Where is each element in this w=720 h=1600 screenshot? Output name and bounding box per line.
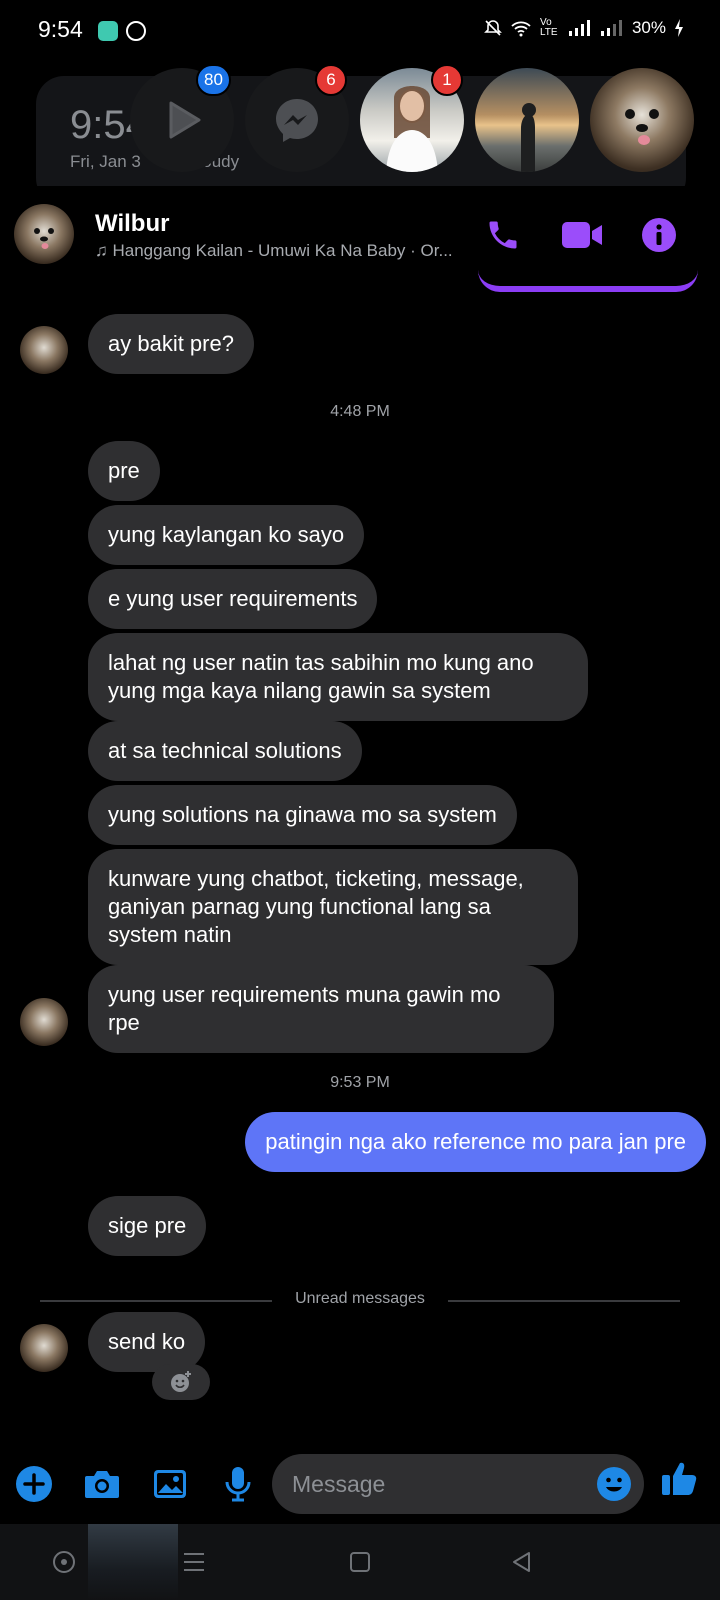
menu-lines-icon <box>184 1553 204 1571</box>
message-bubble[interactable]: pre <box>88 441 160 501</box>
charging-icon <box>675 19 683 37</box>
message-bubble[interactable]: sige pre <box>88 1196 207 1256</box>
signal-icon <box>568 20 590 36</box>
back-button[interactable] <box>502 1542 542 1582</box>
unread-label: Unread messages <box>295 1290 425 1307</box>
previous-message-edge <box>478 270 698 292</box>
silhouette-icon <box>521 103 536 172</box>
messenger-notification-icon <box>126 21 146 41</box>
system-nav-bar <box>0 1524 720 1600</box>
smiley-icon <box>597 1467 631 1501</box>
info-icon <box>642 218 676 252</box>
messenger-icon <box>276 99 318 142</box>
message-bubble[interactable]: kunware yung chatbot, ticketing, message… <box>88 849 578 965</box>
contact-chat-head-3[interactable] <box>590 68 694 172</box>
status-time: 9:54 <box>38 16 83 42</box>
message-bubble[interactable]: yung kaylangan ko sayo <box>88 505 365 565</box>
message-timestamp: 4:48 PM <box>330 403 390 420</box>
camera-button[interactable] <box>80 1462 124 1506</box>
message-bubble[interactable]: at sa technical solutions <box>88 721 362 781</box>
dog-avatar-icon <box>625 109 659 145</box>
emoji-button[interactable] <box>596 1466 632 1502</box>
chat-header: Wilbur ♫ Hanggang Kailan - Umuwi Ka Na B… <box>0 186 720 282</box>
video-camera-icon <box>562 222 602 248</box>
message-bubble[interactable]: e yung user requirements <box>88 569 378 629</box>
now-playing-text: Hanggang Kailan - Umuwi Ka Na Baby · Or.… <box>112 241 453 260</box>
recents-menu-button[interactable] <box>174 1542 214 1582</box>
message-input[interactable] <box>272 1454 644 1514</box>
mute-bell-icon <box>484 20 502 36</box>
status-icons: Vo LTE 30% <box>484 18 684 38</box>
wifi-icon <box>511 21 531 37</box>
contact-badge: 1 <box>431 64 463 96</box>
divider-line-right <box>448 1300 680 1302</box>
thumbs-up-icon <box>662 1462 697 1495</box>
play-icon <box>169 101 201 139</box>
camera-icon <box>85 1471 119 1498</box>
back-triangle-icon <box>513 1552 530 1572</box>
sender-avatar[interactable] <box>20 1324 68 1372</box>
volte-indicator: Vo LTE <box>539 17 558 38</box>
chat-heads-bar: 80 6 1 <box>130 64 720 178</box>
message-bubble[interactable]: send ko <box>88 1312 206 1372</box>
circle-dot-icon <box>53 1551 75 1573</box>
notification-app-icon <box>98 21 118 41</box>
message-bubble[interactable]: lahat ng user natin tas sabihin mo kung … <box>88 633 588 721</box>
more-actions-button[interactable] <box>12 1462 56 1506</box>
home-button[interactable] <box>340 1542 380 1582</box>
contact-name[interactable]: Wilbur <box>95 210 169 238</box>
assistant-button[interactable] <box>44 1542 84 1582</box>
signal-2-icon <box>600 20 622 36</box>
contact-avatar[interactable] <box>14 204 74 264</box>
now-playing[interactable]: ♫ Hanggang Kailan - Umuwi Ka Na Baby · O… <box>95 241 467 261</box>
message-bubble[interactable]: ay bakit pre? <box>88 314 254 374</box>
add-reaction-icon <box>171 1371 191 1392</box>
dog-avatar-icon <box>34 228 54 249</box>
unread-divider: Unread messages <box>40 1290 680 1310</box>
image-icon <box>154 1470 186 1498</box>
music-note-icon: ♫ <box>95 241 113 260</box>
video-call-button[interactable] <box>556 214 608 256</box>
sender-avatar[interactable] <box>20 998 68 1046</box>
message-timestamp: 9:53 PM <box>330 1074 390 1091</box>
message-bubble[interactable]: yung solutions na ginawa mo sa system <box>88 785 517 845</box>
own-message-bubble[interactable]: patingin nga ako reference mo para jan p… <box>245 1112 706 1172</box>
like-button[interactable] <box>658 1456 702 1500</box>
square-icon <box>350 1552 370 1572</box>
voice-message-button[interactable] <box>216 1462 260 1506</box>
gallery-button[interactable] <box>148 1462 192 1506</box>
react-button[interactable] <box>152 1364 210 1400</box>
info-button[interactable] <box>638 214 680 256</box>
composer-bar <box>0 1448 720 1528</box>
microphone-icon <box>225 1467 251 1502</box>
phone-icon <box>489 221 517 249</box>
voice-call-button[interactable] <box>482 214 524 256</box>
messenger-badge: 6 <box>315 64 347 96</box>
sender-avatar[interactable] <box>20 326 68 374</box>
play-badge: 80 <box>196 64 231 96</box>
plus-circle-icon <box>16 1466 52 1502</box>
message-bubble[interactable]: yung user requirements muna gawin mo rpe <box>88 965 554 1053</box>
nav-wallpaper-glow <box>88 1524 178 1600</box>
status-bar: 9:54 Vo LTE 30% <box>0 0 720 62</box>
contact-chat-head-2[interactable] <box>475 68 579 172</box>
battery-percent: 30% <box>631 18 666 37</box>
